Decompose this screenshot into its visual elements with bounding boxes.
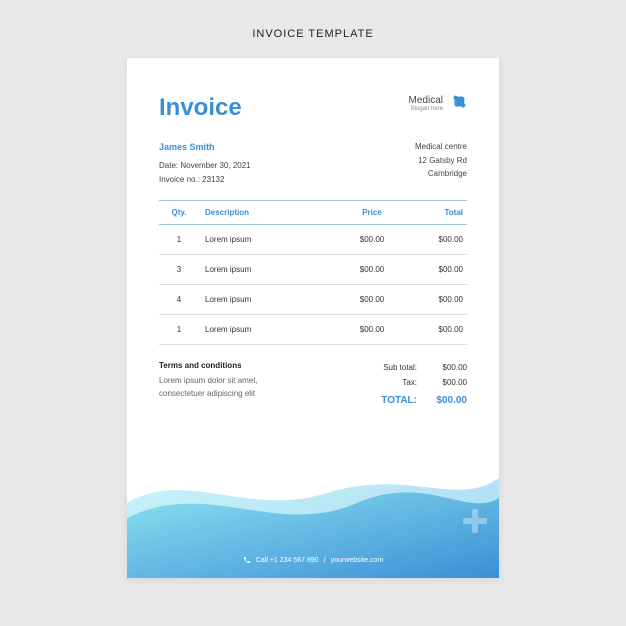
- customer-name: James Smith: [159, 140, 251, 155]
- table-row: 1Lorem ipsum$00.00$00.00: [159, 225, 467, 255]
- cell-price: $00.00: [337, 265, 407, 274]
- table-row: 1Lorem ipsum$00.00$00.00: [159, 315, 467, 345]
- page-label: INVOICE TEMPLATE: [252, 28, 373, 40]
- company-name: Medical centre: [415, 140, 467, 154]
- cell-qty: 1: [159, 325, 199, 334]
- header: Invoice Medical Slogan here: [127, 58, 499, 140]
- invoice-table: Qty. Description Price Total 1Lorem ipsu…: [127, 200, 499, 345]
- footer-phone: Call +1 234 567 890: [256, 557, 319, 564]
- invoice-date: Date: November 30, 2021: [159, 159, 251, 173]
- tax-row: Tax: $00.00: [363, 376, 467, 390]
- cell-desc: Lorem ipsum: [199, 235, 337, 244]
- subtotal-row: Sub total: $00.00: [363, 361, 467, 375]
- medical-cross-icon: [449, 94, 467, 112]
- col-qty: Qty.: [159, 208, 199, 217]
- table-row: 3Lorem ipsum$00.00$00.00: [159, 255, 467, 285]
- col-description: Description: [199, 208, 337, 217]
- cell-total: $00.00: [407, 235, 467, 244]
- cell-desc: Lorem ipsum: [199, 325, 337, 334]
- cell-desc: Lorem ipsum: [199, 265, 337, 274]
- cell-desc: Lorem ipsum: [199, 295, 337, 304]
- cell-price: $00.00: [337, 295, 407, 304]
- cell-qty: 4: [159, 295, 199, 304]
- cell-total: $00.00: [407, 295, 467, 304]
- cell-price: $00.00: [337, 325, 407, 334]
- totals: Sub total: $00.00 Tax: $00.00 TOTAL: $00…: [363, 361, 467, 410]
- invoice-number: Invoice no.: 23132: [159, 173, 251, 187]
- meta-section: James Smith Date: November 30, 2021 Invo…: [127, 140, 499, 200]
- brand-name: Medical: [409, 95, 443, 106]
- terms: Terms and conditions Lorem ipsum dolor s…: [159, 361, 299, 410]
- footer-sep: /: [324, 557, 326, 564]
- invoice-card: Invoice Medical Slogan here James Smith …: [127, 58, 499, 578]
- cell-price: $00.00: [337, 235, 407, 244]
- phone-icon: [243, 556, 251, 564]
- footer-website: yourwebsite.com: [331, 557, 384, 564]
- terms-text: Lorem ipsum dolor sit amet, consectetuer…: [159, 375, 299, 401]
- table-row: 4Lorem ipsum$00.00$00.00: [159, 285, 467, 315]
- grand-total-row: TOTAL: $00.00: [363, 392, 467, 410]
- brand-slogan: Slogan here: [409, 106, 443, 112]
- table-header: Qty. Description Price Total: [159, 200, 467, 225]
- company-city: Cambridge: [415, 167, 467, 181]
- cell-qty: 3: [159, 265, 199, 274]
- terms-title: Terms and conditions: [159, 361, 299, 370]
- cell-total: $00.00: [407, 325, 467, 334]
- plus-icon: [461, 507, 489, 540]
- brand: Medical Slogan here: [409, 94, 467, 112]
- bottom-section: Terms and conditions Lorem ipsum dolor s…: [127, 345, 499, 410]
- footer: Call +1 234 567 890 / yourwebsite.com: [127, 556, 499, 564]
- cell-total: $00.00: [407, 265, 467, 274]
- col-total: Total: [407, 208, 467, 217]
- col-price: Price: [337, 208, 407, 217]
- company-street: 12 Gatsby Rd: [415, 154, 467, 168]
- invoice-title: Invoice: [159, 94, 242, 122]
- cell-qty: 1: [159, 235, 199, 244]
